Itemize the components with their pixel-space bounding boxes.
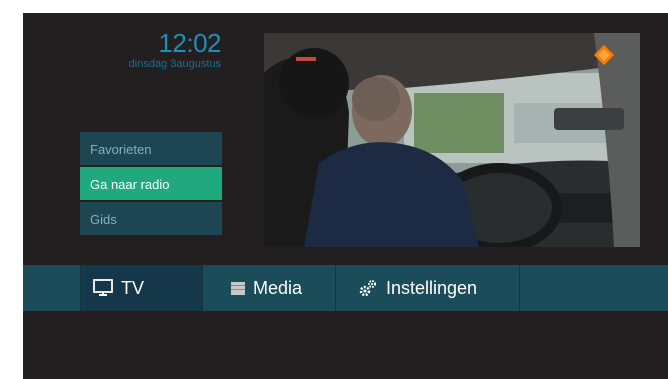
nav-tab-media[interactable]: Media	[202, 265, 335, 311]
video-preview[interactable]	[264, 33, 640, 247]
nav-tab-instellingen[interactable]: Instellingen	[335, 265, 519, 311]
main-navigation: TV Media Instellingen	[23, 265, 668, 311]
menu-item-ga-naar-radio[interactable]: Ga naar radio	[80, 167, 222, 202]
clock-time: 12:02	[158, 28, 221, 58]
menu-item-favorieten[interactable]: Favorieten	[80, 132, 222, 167]
clock-date: dinsdag 3augustus	[128, 58, 221, 70]
nav-tab-media-label: Media	[253, 277, 303, 298]
clock: 12:02 dinsdag 3augustus	[128, 28, 222, 71]
menu-item-gids[interactable]: Gids	[80, 202, 222, 237]
side-menu: Favorieten Ga naar radio Gids	[80, 132, 222, 237]
nav-spacer	[519, 265, 668, 311]
nav-tab-tv-label: TV	[121, 277, 145, 298]
tv-icon	[93, 279, 113, 297]
gears-icon	[358, 279, 378, 297]
media-icon	[231, 281, 245, 295]
nav-tab-instellingen-label: Instellingen	[386, 277, 478, 298]
nav-tab-tv[interactable]: TV	[80, 265, 202, 311]
tv-screen: 12:02 dinsdag 3augustus Favorieten Ga na…	[23, 13, 668, 379]
video-frame	[264, 33, 640, 247]
